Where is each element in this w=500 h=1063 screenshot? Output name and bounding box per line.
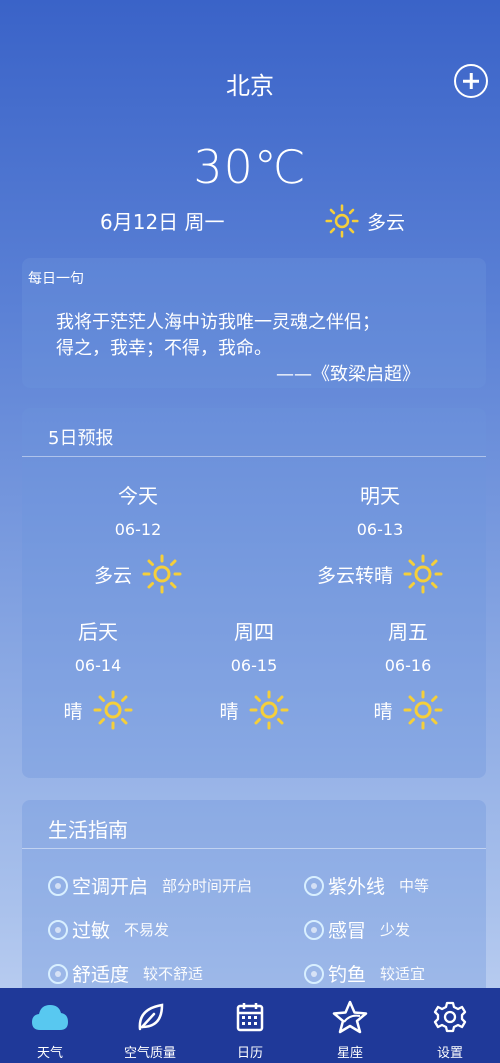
sun-icon: [325, 204, 359, 238]
sun-icon: [249, 690, 288, 730]
quote-title: 每日一句: [28, 271, 84, 287]
comfort-icon: [48, 963, 68, 984]
divider: [22, 848, 486, 849]
day-condition: 晴: [219, 700, 239, 723]
cloud-icon: [32, 1005, 68, 1030]
forecast-day: 周五 06-16 晴: [338, 616, 478, 730]
city-title: 北京: [226, 72, 274, 100]
guide-item-name: 舒适度: [72, 964, 130, 986]
guide-item-value: 中等: [399, 877, 430, 895]
day-date: 06-15: [230, 656, 278, 675]
day-condition: 晴: [373, 700, 393, 723]
guide-item[interactable]: 舒适度 较不舒适: [48, 960, 203, 987]
guide-item-name: 钓鱼: [328, 964, 367, 986]
leaf-icon: [138, 1003, 164, 1031]
guide-item-value: 较不舒适: [143, 965, 204, 983]
guide-item-value: 部分时间开启: [162, 877, 253, 895]
star-icon: [332, 1000, 368, 1034]
forecast-day: 今天 06-12 多云: [68, 480, 208, 594]
day-date: 06-16: [384, 656, 432, 675]
tab-label: 设置: [436, 1046, 463, 1061]
forecast-day: 后天 06-14 晴: [28, 616, 168, 730]
current-condition-label: 多云: [367, 211, 406, 234]
current-temperature: 30℃: [193, 140, 307, 194]
tab-label: 空气质量: [123, 1046, 176, 1061]
day-date: 06-14: [74, 656, 122, 675]
guide-item[interactable]: 过敏 不易发: [48, 916, 169, 943]
tab-weather[interactable]: 天气: [0, 988, 100, 1063]
calendar-icon: [236, 1003, 264, 1032]
forecast-day: 周四 06-15 晴: [184, 616, 324, 730]
forecast-title: 5日预报: [48, 428, 114, 449]
guide-item-value: 少发: [380, 921, 411, 939]
cold-icon: [304, 919, 324, 940]
guide-item-value: 较适宜: [380, 965, 426, 983]
guide-item[interactable]: 感冒 少发: [304, 916, 410, 943]
current-condition: 多云: [325, 204, 405, 238]
tab-label: 星座: [336, 1046, 363, 1061]
sun-icon: [403, 554, 443, 594]
day-name: 周五: [388, 620, 428, 644]
gear-icon: [433, 1001, 467, 1033]
guide-item[interactable]: 空调开启 部分时间开启: [48, 872, 252, 899]
life-guide-card: 生活指南 空调开启 部分时间开启 紫外线 中等 过敏 不易发 感冒 少发 舒适度…: [22, 800, 486, 1020]
day-condition: 多云: [93, 564, 132, 587]
sun-icon: [403, 690, 442, 730]
divider: [22, 456, 486, 457]
guide-item-name: 过敏: [72, 920, 111, 942]
day-date: 06-12: [114, 520, 162, 539]
tab-settings[interactable]: 设置: [400, 988, 500, 1063]
day-condition: 晴: [63, 700, 83, 723]
quote-line-2: 得之，我幸；不得，我命。: [56, 338, 272, 359]
guide-item-value: 不易发: [124, 921, 170, 939]
day-name: 后天: [78, 620, 118, 644]
sun-icon: [142, 554, 182, 594]
guide-title: 生活指南: [48, 818, 128, 842]
guide-item-name: 空调开启: [72, 876, 149, 898]
day-name: 明天: [360, 484, 400, 508]
guide-item[interactable]: 钓鱼 较适宜: [304, 960, 425, 987]
add-city-button[interactable]: [454, 64, 488, 98]
daily-quote-card: 每日一句 我将于茫茫人海中访我唯一灵魂之伴侣； 得之，我幸；不得，我命。 ——《…: [22, 258, 486, 388]
guide-item-name: 紫外线: [328, 876, 386, 898]
day-condition: 多云转晴: [316, 564, 393, 587]
day-date: 06-13: [356, 520, 404, 539]
day-name: 今天: [118, 484, 158, 508]
quote-source: ——《致梁启超》: [276, 364, 420, 385]
tab-label: 日历: [236, 1046, 263, 1061]
tab-horoscope[interactable]: 星座: [300, 988, 400, 1063]
forecast-day: 明天 06-13 多云转晴: [300, 480, 460, 594]
forecast-card: 5日预报 今天 06-12 多云 明天 06-13 多云转晴 后天 06-14 …: [22, 408, 486, 778]
header: 北京: [0, 62, 500, 102]
tab-label: 天气: [36, 1046, 63, 1061]
sun-icon: [93, 690, 132, 730]
uv-icon: [304, 875, 324, 896]
quote-line-1: 我将于茫茫人海中访我唯一灵魂之伴侣；: [56, 312, 380, 333]
day-name: 周四: [234, 620, 274, 644]
tab-air-quality[interactable]: 空气质量: [100, 988, 200, 1063]
current-date: 6月12日 周一: [100, 210, 225, 234]
guide-item-name: 感冒: [328, 920, 367, 942]
allergy-icon: [48, 919, 68, 940]
fishing-icon: [304, 963, 324, 984]
bottom-tab-bar: 天气 空气质量 日历 星座 设置: [0, 988, 500, 1063]
guide-item[interactable]: 紫外线 中等: [304, 872, 429, 899]
ac-icon: [48, 875, 68, 896]
tab-calendar[interactable]: 日历: [200, 988, 300, 1063]
